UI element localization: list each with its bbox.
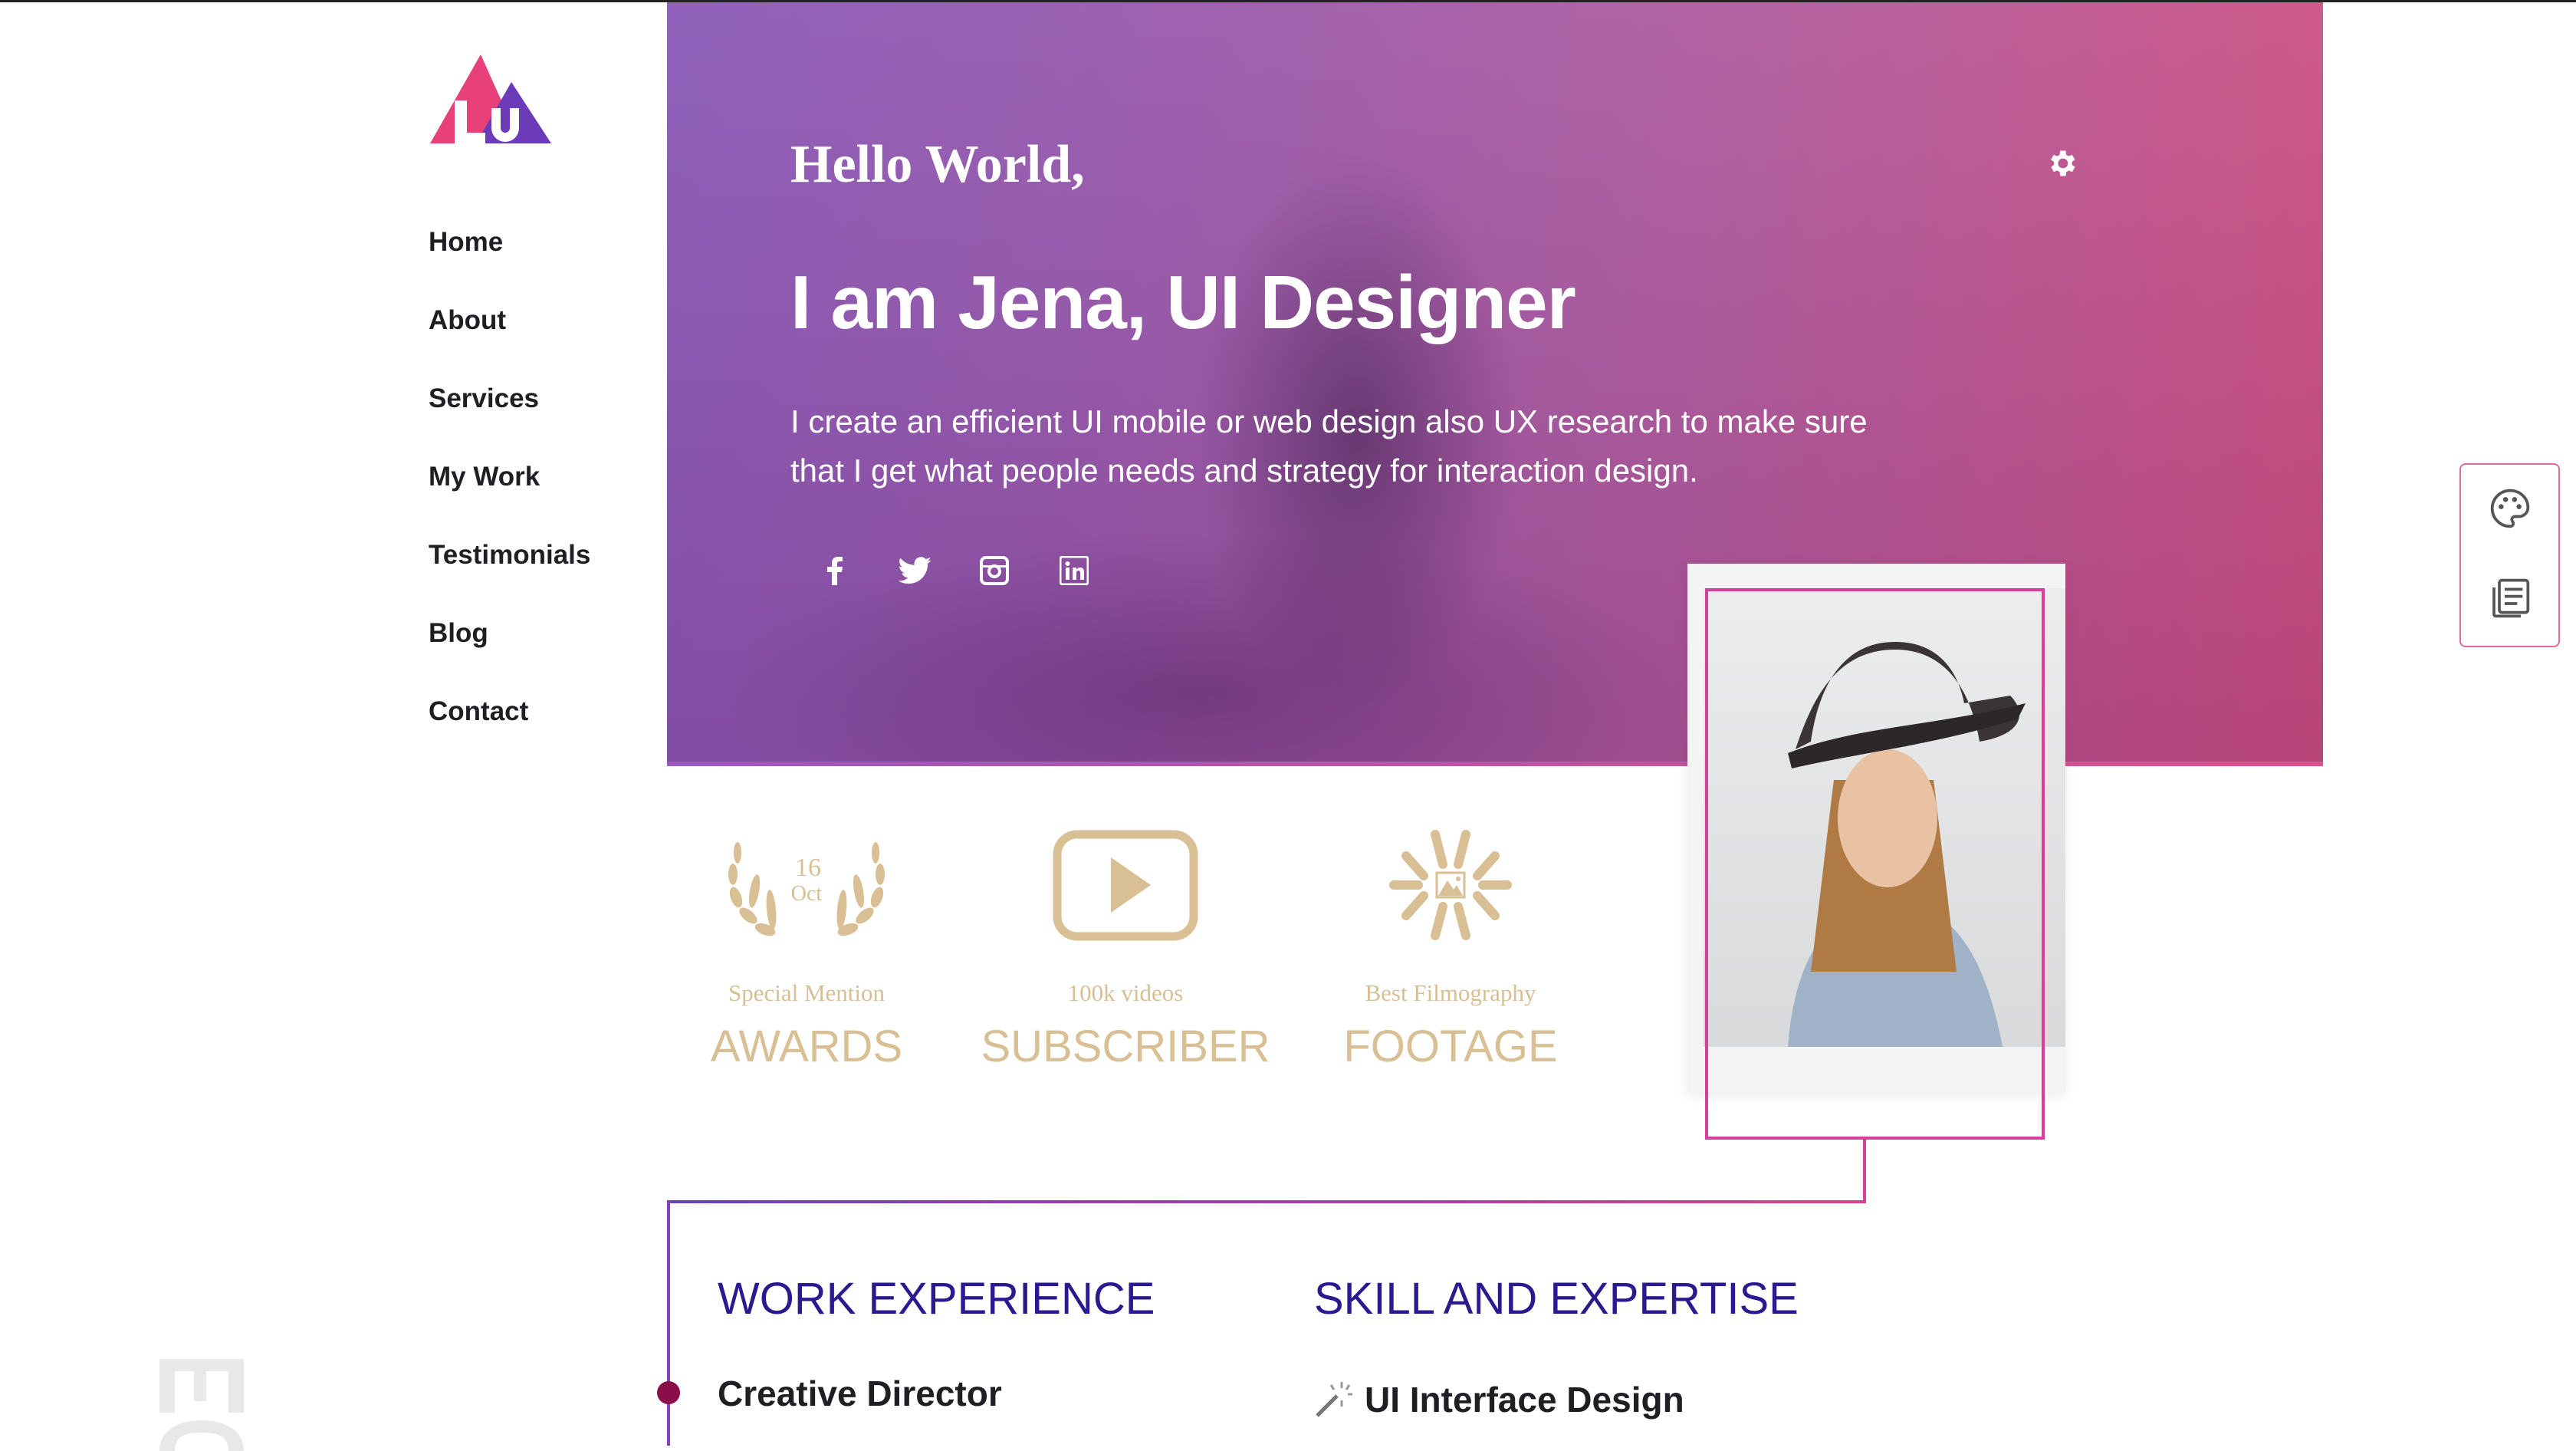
nav-blog[interactable]: Blog xyxy=(429,618,590,696)
connector-line-horizontal xyxy=(667,1200,1866,1203)
nav-my-work[interactable]: My Work xyxy=(429,462,590,540)
stat-subscriber-title: SUBSCRIBER xyxy=(981,1022,1270,1071)
stat-footage-caption: Best Filmography xyxy=(1365,979,1536,1006)
hero-banner: Hello World, I am Jena, UI Designer I cr… xyxy=(667,2,2323,766)
stat-footage: Best Filmography FOOTAGE xyxy=(1290,830,1612,1072)
nav-home[interactable]: Home xyxy=(429,227,590,305)
social-links xyxy=(817,553,1092,588)
stat-awards: 16 Oct Special Mention AWARDS xyxy=(646,830,968,1072)
work-experience-heading: WORK EXPERIENCE xyxy=(718,1274,1155,1324)
side-tool-panel xyxy=(2459,463,2560,647)
main-nav: Home About Services My Work Testimonials… xyxy=(429,227,590,775)
document-icon[interactable] xyxy=(2489,577,2532,624)
hero-title: I am Jena, UI Designer xyxy=(790,260,1576,344)
twitter-icon[interactable] xyxy=(897,553,932,588)
stat-subscriber-caption: 100k videos xyxy=(1067,979,1184,1006)
play-icon xyxy=(964,830,1286,941)
instagram-icon[interactable] xyxy=(977,553,1012,588)
hero-description: I create an efficient UI mobile or web d… xyxy=(790,403,1868,489)
stat-awards-caption: Special Mention xyxy=(728,979,886,1006)
gear-icon[interactable] xyxy=(2045,146,2078,180)
stat-awards-title: AWARDS xyxy=(710,1022,903,1071)
logo[interactable] xyxy=(430,54,551,143)
linkedin-icon[interactable] xyxy=(1056,553,1092,588)
skills-heading: SKILL AND EXPERTISE xyxy=(1314,1274,1799,1324)
skill-label: UI Interface Design xyxy=(1365,1380,1684,1420)
magic-wand-icon xyxy=(1316,1382,1352,1417)
timeline-dot xyxy=(657,1381,680,1404)
timeline-line xyxy=(667,1200,670,1446)
nav-testimonials[interactable]: Testimonials xyxy=(429,540,590,618)
decorative-letters xyxy=(159,1359,244,1451)
hero-bottom-border xyxy=(667,762,2323,766)
palette-icon[interactable] xyxy=(2489,487,2532,534)
facebook-icon[interactable] xyxy=(817,553,853,588)
award-day: 16 xyxy=(795,854,821,882)
hero-background-image xyxy=(667,2,2323,766)
award-month: Oct xyxy=(791,882,823,906)
profile-photo-frame xyxy=(1705,588,2045,1140)
skill-item: UI Interface Design xyxy=(1314,1379,1684,1420)
connector-line xyxy=(1863,1139,1866,1203)
laurel-icon: 16 Oct xyxy=(646,830,968,941)
hero-greeting: Hello World, xyxy=(790,135,1085,194)
nav-contact[interactable]: Contact xyxy=(429,696,590,775)
nav-services[interactable]: Services xyxy=(429,383,590,462)
stat-footage-title: FOOTAGE xyxy=(1343,1022,1558,1071)
stat-subscriber: 100k videos SUBSCRIBER xyxy=(964,830,1286,1072)
burst-image-icon xyxy=(1290,830,1612,941)
job-title: Creative Director xyxy=(718,1374,1002,1413)
nav-about[interactable]: About xyxy=(429,305,590,383)
